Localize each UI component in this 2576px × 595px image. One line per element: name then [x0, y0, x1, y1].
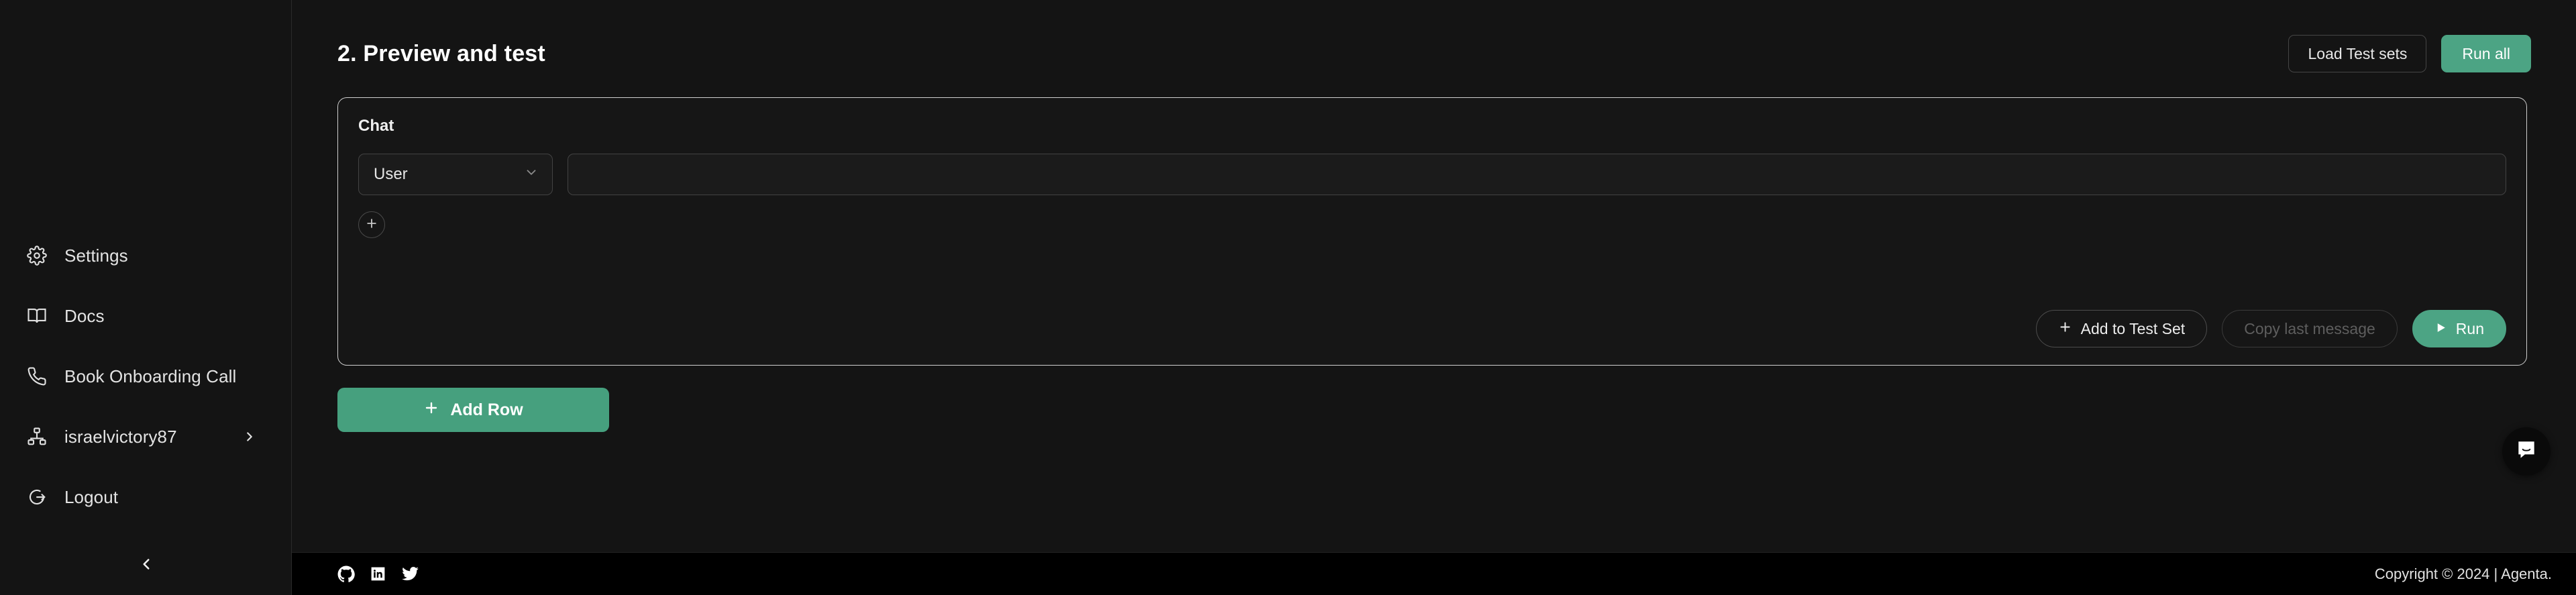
role-select[interactable]: User	[358, 154, 553, 195]
add-row-container: Add Row	[337, 388, 2527, 432]
copy-last-message-label: Copy last message	[2244, 319, 2375, 337]
sidebar-item-docs[interactable]: Docs	[0, 299, 292, 333]
plus-icon	[2058, 320, 2072, 338]
header-actions: Load Test sets Run all	[2288, 35, 2531, 72]
add-message-button[interactable]	[358, 211, 385, 238]
run-button[interactable]: Run	[2412, 310, 2506, 347]
load-test-sets-button[interactable]: Load Test sets	[2288, 35, 2427, 72]
org-cluster-icon	[25, 425, 48, 448]
sidebar-item-logout[interactable]: Logout	[0, 480, 292, 515]
copy-last-message-button[interactable]: Copy last message	[2222, 310, 2398, 347]
sidebar-item-settings[interactable]: Settings	[0, 238, 292, 273]
linkedin-icon[interactable]	[370, 565, 386, 582]
sidebar-item-organization[interactable]: israelvictory87	[0, 419, 292, 454]
role-select-value: User	[374, 165, 408, 183]
plus-icon	[365, 217, 378, 233]
message-input[interactable]	[568, 154, 2506, 195]
chevron-down-icon	[524, 165, 539, 184]
play-icon	[2434, 320, 2447, 338]
sidebar-item-label: Docs	[64, 305, 105, 326]
sidebar: Settings Docs Book Onboarding Call israe…	[0, 0, 292, 595]
chat-message-row: User	[358, 154, 2506, 195]
main-scroll-area: 2. Preview and test Load Test sets Run a…	[292, 0, 2576, 552]
add-row-label: Add Row	[450, 400, 523, 419]
intercom-messenger-launcher[interactable]	[2502, 427, 2551, 476]
sidebar-item-label: Settings	[64, 245, 128, 266]
sidebar-item-book-onboarding-call[interactable]: Book Onboarding Call	[0, 359, 292, 394]
app-root: Settings Docs Book Onboarding Call israe…	[0, 0, 2576, 595]
plus-icon	[423, 400, 439, 421]
sidebar-nav: Settings Docs Book Onboarding Call israe…	[0, 238, 292, 515]
sidebar-item-label: Book Onboarding Call	[64, 366, 237, 386]
chevron-right-icon	[242, 429, 257, 444]
chat-card-title: Chat	[358, 117, 394, 135]
add-row-button[interactable]: Add Row	[337, 388, 609, 432]
chat-card: Chat User Add to Test Set Copy last mess…	[337, 97, 2527, 366]
footer: Copyright © 2024 | Agenta.	[292, 552, 2576, 595]
gear-icon	[25, 244, 48, 267]
chat-card-actions: Add to Test Set Copy last message Run	[2035, 310, 2506, 347]
add-to-test-set-button[interactable]: Add to Test Set	[2035, 310, 2208, 347]
chevron-left-icon	[138, 555, 155, 576]
github-icon[interactable]	[337, 565, 355, 583]
main-content: 2. Preview and test Load Test sets Run a…	[292, 0, 2576, 595]
add-to-test-set-label: Add to Test Set	[2080, 319, 2186, 337]
sidebar-collapse-button[interactable]	[0, 555, 292, 576]
copyright-text: Copyright © 2024 | Agenta.	[2374, 565, 2552, 582]
logout-icon	[25, 486, 48, 508]
page-title: 2. Preview and test	[337, 40, 545, 66]
messenger-bubble-icon	[2515, 439, 2538, 465]
run-label: Run	[2455, 319, 2484, 337]
book-icon	[25, 305, 48, 327]
sidebar-item-label: israelvictory87	[64, 426, 177, 447]
twitter-icon[interactable]	[401, 565, 419, 583]
run-all-button[interactable]: Run all	[2441, 35, 2531, 72]
page-header: 2. Preview and test Load Test sets Run a…	[319, 0, 2546, 72]
footer-social-links	[337, 565, 419, 583]
sidebar-item-label: Logout	[64, 486, 119, 507]
phone-icon	[25, 365, 48, 388]
